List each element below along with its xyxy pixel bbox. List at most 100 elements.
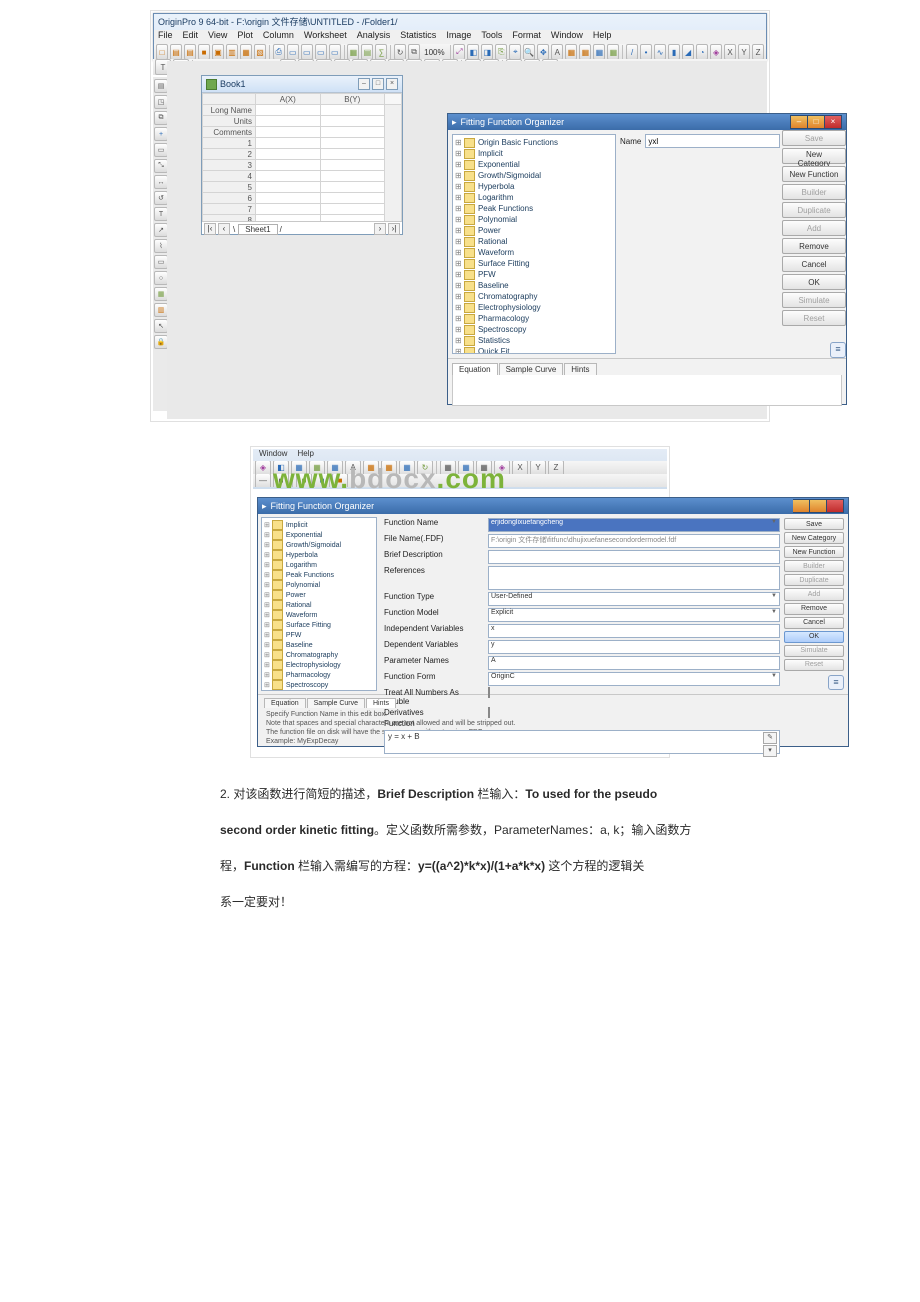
t2-power[interactable]: Power: [264, 590, 374, 600]
tree-pharma[interactable]: Pharmacology: [455, 313, 613, 324]
t2-pharma[interactable]: Pharmacology: [264, 670, 374, 680]
col-a-header[interactable]: A(X): [256, 94, 321, 105]
menu-window[interactable]: Window: [549, 30, 585, 44]
duplicate2-button[interactable]: Duplicate: [784, 574, 844, 586]
open-icon[interactable]: ▤: [170, 44, 182, 60]
x-label[interactable]: X: [724, 44, 736, 60]
mask3-icon[interactable]: ▥: [154, 303, 168, 317]
pie-icon[interactable]: ◔: [696, 44, 708, 60]
tree-exponential[interactable]: Exponential: [455, 159, 613, 170]
tree-stats[interactable]: Statistics: [455, 335, 613, 346]
col-b-header[interactable]: B(Y): [320, 94, 385, 105]
line-symbol-icon[interactable]: ∿: [654, 44, 666, 60]
tb2-grn[interactable]: ■: [296, 474, 312, 487]
t2-baseline[interactable]: Baseline: [264, 640, 374, 650]
row-units[interactable]: Units: [203, 116, 256, 127]
menu-column[interactable]: Column: [261, 30, 296, 44]
reset2-button[interactable]: Reset: [784, 659, 844, 671]
add-plot-icon[interactable]: +: [154, 127, 168, 141]
screen-reader-icon[interactable]: ⎘: [495, 44, 507, 60]
tree-power[interactable]: Power: [455, 225, 613, 236]
refs-input[interactable]: [488, 566, 780, 590]
tb2-i[interactable]: ▦: [399, 461, 415, 474]
t2-pfw[interactable]: PFW: [264, 630, 374, 640]
remove-button[interactable]: Remove: [782, 238, 846, 254]
zoom-readout[interactable]: 100%: [424, 48, 444, 57]
row-2[interactable]: 2: [203, 149, 256, 160]
duplicate-icon[interactable]: ⧉: [408, 44, 420, 60]
row-longname[interactable]: Long Name: [203, 105, 256, 116]
export-icon[interactable]: ▧: [254, 44, 266, 60]
save-button[interactable]: Save: [782, 130, 846, 146]
tree-spectro[interactable]: Spectroscopy: [455, 324, 613, 335]
fitting-function-organizer[interactable]: ▸ Fitting Function Organizer – □ × Origi…: [447, 113, 847, 405]
row-comments[interactable]: Comments: [203, 127, 256, 138]
row-3[interactable]: 3: [203, 160, 256, 171]
row-1[interactable]: 1: [203, 138, 256, 149]
fitting-function-organizer-2[interactable]: ▸ Fitting Function Organizer Implicit Ex…: [257, 497, 849, 747]
t2-log[interactable]: Logarithm: [264, 560, 374, 570]
axis-icon[interactable]: A: [551, 44, 563, 60]
func-expand-icon[interactable]: ▾: [763, 745, 777, 757]
prev-sheet-icon[interactable]: ‹: [218, 223, 230, 235]
tree-logarithm[interactable]: Logarithm: [455, 192, 613, 203]
explorer-icon[interactable]: ▤: [154, 79, 168, 93]
zoom-out-icon[interactable]: ⤡: [154, 159, 168, 173]
menu-analysis[interactable]: Analysis: [355, 30, 393, 44]
origin2-menubar[interactable]: Window Help: [253, 449, 667, 461]
t2-growth[interactable]: Growth/Sigmoidal: [264, 540, 374, 550]
import-icon[interactable]: ▥: [226, 44, 238, 60]
save2-button[interactable]: Save: [784, 518, 844, 530]
params-input[interactable]: A: [488, 656, 780, 670]
draw-curve-icon[interactable]: ⌇: [154, 239, 168, 253]
menu-tools[interactable]: Tools: [479, 30, 504, 44]
scatter-icon[interactable]: •: [640, 44, 652, 60]
simulate2-button[interactable]: Simulate: [784, 645, 844, 657]
t2-electro[interactable]: Electrophysiology: [264, 660, 374, 670]
menu-edit[interactable]: Edit: [181, 30, 201, 44]
tb2-l[interactable]: ▦: [458, 461, 474, 474]
duplicate-button[interactable]: Duplicate: [782, 202, 846, 218]
draw-line-icon[interactable]: ↗: [154, 223, 168, 237]
ffo2-min-icon[interactable]: [793, 499, 810, 513]
tree-implicit[interactable]: Implicit: [455, 148, 613, 159]
ok-button[interactable]: OK: [782, 274, 846, 290]
tb2-k[interactable]: ▦: [440, 461, 456, 474]
rescale-icon[interactable]: ⤢: [453, 44, 465, 60]
tab2-equation[interactable]: Equation: [264, 698, 306, 708]
tab-equation[interactable]: Equation: [452, 363, 498, 375]
y-label[interactable]: Y: [738, 44, 750, 60]
panning-icon[interactable]: ✥: [537, 44, 549, 60]
tb2-line[interactable]: ―: [255, 474, 271, 487]
t2-poly[interactable]: Polynomial: [264, 580, 374, 590]
workbook-book1[interactable]: Book1 – □ × A(X) B(Y) Long Name Units: [201, 75, 403, 235]
tb2-b[interactable]: ◧: [273, 461, 289, 474]
region2-icon[interactable]: ▦: [154, 287, 168, 301]
file-input[interactable]: F:\origin 文件存储\fitfunc\dhujixuefanesecon…: [488, 534, 780, 548]
tb2-m[interactable]: ▦: [476, 461, 492, 474]
ffo2-close-icon[interactable]: [827, 499, 844, 513]
tree-polynomial[interactable]: Polynomial: [455, 214, 613, 225]
tree-hyperbola[interactable]: Hyperbola: [455, 181, 613, 192]
new-category-button[interactable]: New Category: [782, 148, 846, 164]
refresh-icon[interactable]: ↻: [394, 44, 406, 60]
ftype-select[interactable]: User-Defined: [488, 592, 780, 606]
close-icon[interactable]: ×: [386, 78, 398, 90]
collapse-toggle-icon[interactable]: ≡: [830, 342, 846, 358]
import-wizard-icon[interactable]: ▦: [240, 44, 252, 60]
fmodel-select[interactable]: Explicit: [488, 608, 780, 622]
tb2-j[interactable]: ↻: [417, 461, 433, 474]
area-icon[interactable]: ◢: [682, 44, 694, 60]
cancel-button[interactable]: Cancel: [782, 256, 846, 272]
tb2-d[interactable]: ▦: [309, 461, 325, 474]
new-workbook-icon[interactable]: ▭: [301, 44, 313, 60]
tb2-a[interactable]: ◈: [255, 461, 271, 474]
newfunc2-button[interactable]: New Function: [784, 546, 844, 558]
mask-icon[interactable]: ▦: [565, 44, 577, 60]
template-icon[interactable]: ▣: [212, 44, 224, 60]
tab2-sample[interactable]: Sample Curve: [307, 698, 365, 708]
t2-chrom[interactable]: Chromatography: [264, 650, 374, 660]
indep-input[interactable]: x: [488, 624, 780, 638]
tb2-fill[interactable]: ■: [273, 474, 289, 487]
window-icon[interactable]: ◳: [154, 95, 168, 109]
